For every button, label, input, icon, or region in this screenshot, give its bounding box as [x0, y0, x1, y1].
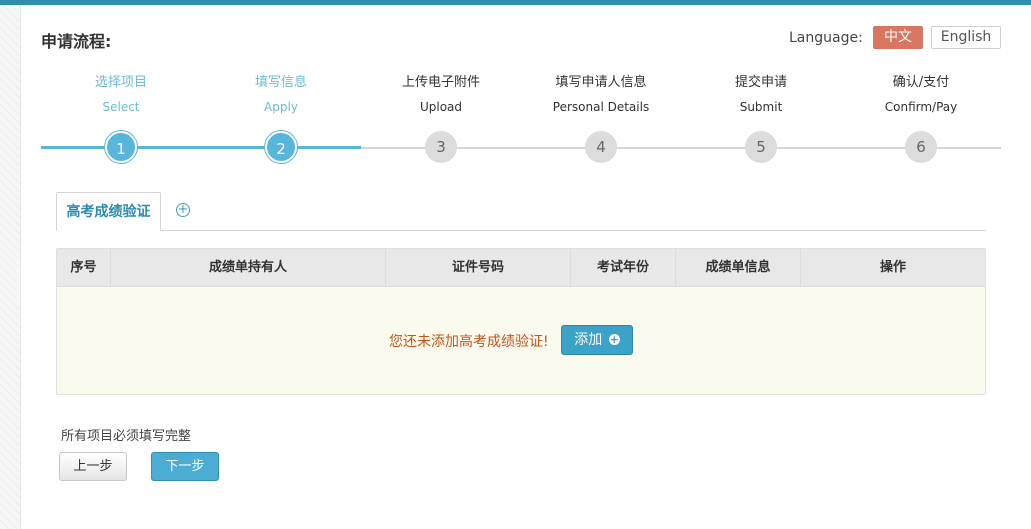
step-title-zh: 确认/支付 [892, 75, 950, 90]
step-5-circle: 5 [745, 131, 777, 163]
column-header-actions: 操作 [879, 260, 906, 275]
step-4-circle: 4 [585, 131, 617, 163]
progress-track-completed [41, 146, 361, 149]
step-confirm-pay: 确认/支付 Confirm/Pay [841, 73, 1001, 116]
step-title-en: Confirm/Pay [884, 100, 958, 114]
add-button-label: 添加 [574, 332, 603, 348]
step-submit: 提交申请 Submit [681, 73, 841, 116]
step-title-zh: 填写申请人信息 [555, 75, 647, 90]
score-verification-table: 序号 成绩单持有人 证件号码 考试年份 成绩单信息 操作 您还未添加高考成绩验证… [56, 248, 986, 395]
step-6-circle: 6 [905, 131, 937, 163]
plus-circle-icon: + [608, 333, 620, 346]
language-label: Language: [789, 30, 863, 46]
step-title-zh: 填写信息 [254, 75, 307, 90]
column-header-exam-year: 考试年份 [571, 249, 676, 286]
step-title-zh: 提交申请 [734, 75, 787, 90]
page-title: 申请流程: [41, 32, 112, 51]
step-title-en: Select [102, 100, 140, 114]
empty-state-message: 您还未添加高考成绩验证! [389, 334, 549, 350]
table-empty-body: 您还未添加高考成绩验证! 添加 + [57, 287, 985, 394]
step-title-en: Upload [419, 100, 463, 114]
tab-divider [56, 230, 986, 231]
add-verification-button[interactable]: 添加 + [561, 325, 633, 355]
tab-gaokao-verification[interactable]: 高考成绩验证 [56, 192, 161, 231]
required-fields-hint: 所有项目必须填写完整 [61, 429, 192, 444]
step-apply: 填写信息 Apply [201, 73, 361, 116]
step-title-en: Submit [739, 100, 783, 114]
column-header-transcript-info: 成绩单信息 [676, 249, 801, 286]
step-title-en: Apply [264, 100, 298, 114]
step-upload: 上传电子附件 Upload [361, 73, 521, 116]
column-header-id-number: 证件号码 [386, 249, 571, 286]
previous-step-button[interactable]: 上一步 [59, 452, 127, 481]
column-header-holder: 成绩单持有人 [111, 249, 386, 286]
language-english-button[interactable]: English [931, 26, 1001, 49]
step-title-zh: 上传电子附件 [401, 75, 480, 90]
main-panel: 申请流程: Language: 中文 English 选择项目 Select 填… [20, 5, 1031, 529]
column-header-index: 序号 [57, 249, 111, 286]
table-header: 序号 成绩单持有人 证件号码 考试年份 成绩单信息 操作 [57, 249, 985, 287]
step-select: 选择项目 Select [41, 73, 201, 116]
language-chinese-button[interactable]: 中文 [873, 26, 923, 49]
step-2-circle: 2 [265, 131, 297, 163]
step-title-en: Personal Details [552, 100, 650, 114]
step-personal-details: 填写申请人信息 Personal Details [521, 73, 681, 116]
step-1-circle: 1 [105, 131, 137, 163]
next-step-button[interactable]: 下一步 [151, 452, 219, 481]
plus-circle-icon[interactable]: + [176, 203, 190, 217]
step-title-zh: 选择项目 [94, 75, 147, 90]
step-3-circle: 3 [425, 131, 457, 163]
